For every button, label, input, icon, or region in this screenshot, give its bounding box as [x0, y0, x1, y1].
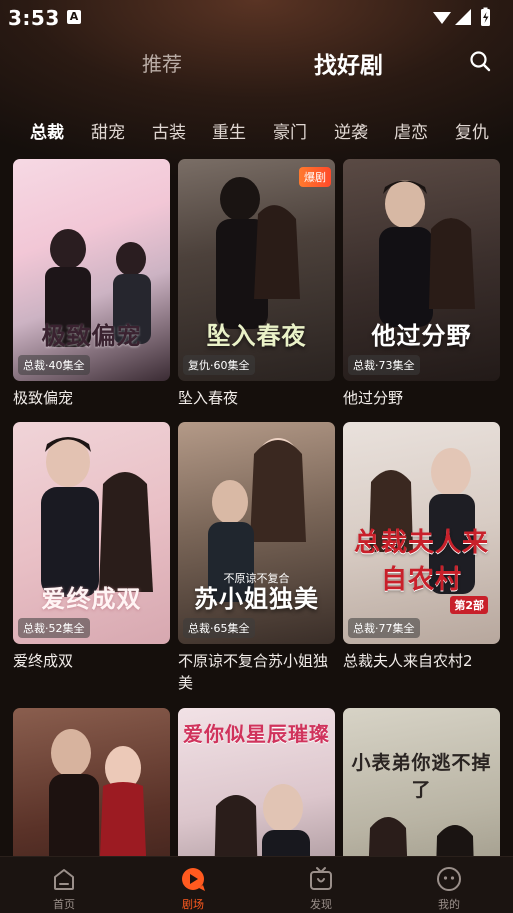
poster: 总裁夫人来自农村 第2部 总裁·77集全 [343, 422, 500, 644]
genre-rebirth[interactable]: 重生 [212, 118, 246, 143]
home-icon [54, 869, 74, 890]
episode-badge: 总裁·65集全 [183, 618, 255, 638]
nav-discover-label: 发现 [310, 898, 332, 911]
poster-title-art: 苏小姐独美 [194, 584, 319, 613]
signal-icon [455, 9, 471, 25]
poster: 爱你似星辰璀璨 [178, 708, 335, 859]
poster: 爱终成双 总裁·52集全 [13, 422, 170, 644]
hot-badge: 爆剧 [299, 167, 331, 187]
genre-costume[interactable]: 古装 [152, 118, 186, 143]
poster-title-art: 总裁夫人来自农村 [353, 528, 489, 595]
drama-title: 极致偏宠 [13, 389, 74, 407]
episode-badge: 总裁·40集全 [18, 355, 90, 375]
drama-card[interactable] [13, 708, 170, 859]
drama-card[interactable]: 爱你似星辰璀璨 [178, 708, 335, 859]
drama-title: 爱终成双 [13, 652, 74, 670]
poster: 小表弟你逃不掉了 [343, 708, 500, 859]
drama-title: 总裁夫人来自农村2 [343, 652, 473, 670]
drama-card[interactable]: 不原谅不复合 苏小姐独美 总裁·65集全 不原谅不复合苏小姐独美 [178, 422, 335, 694]
drama-title: 他过分野 [343, 389, 404, 407]
poster-part-label: 第2部 [450, 596, 488, 614]
nav-profile[interactable]: 我的 [417, 865, 481, 912]
poster-title-art: 他过分野 [371, 321, 472, 350]
nav-home-label: 首页 [53, 898, 75, 911]
notification-icon: A [67, 10, 81, 24]
tv-icon [310, 867, 332, 890]
wifi-icon [433, 12, 451, 24]
bottom-nav: 首页 剧场 发现 我的 [0, 856, 513, 913]
nav-profile-label: 我的 [438, 898, 460, 911]
drama-card[interactable]: 他过分野 总裁·73集全 他过分野 [343, 159, 500, 409]
drama-card[interactable]: 极致偏宠 总裁·40集全 极致偏宠 [13, 159, 170, 409]
status-time: 3:53 [8, 6, 60, 30]
poster-title-art: 坠入春夜 [206, 321, 307, 350]
nav-theater-label: 剧场 [182, 898, 204, 911]
genre-ceo[interactable]: 总裁 [30, 118, 64, 143]
poster: 坠入春夜 爆剧 复仇·60集全 [178, 159, 335, 381]
poster: 不原谅不复合 苏小姐独美 总裁·65集全 [178, 422, 335, 644]
drama-card[interactable]: 小表弟你逃不掉了 [343, 708, 500, 859]
poster: 他过分野 总裁·73集全 [343, 159, 500, 381]
drama-grid: 极致偏宠 总裁·40集全 极致偏宠 坠入春夜 爆剧 复仇·60集全 坠入春夜 他… [0, 159, 513, 859]
poster-title-art: 小表弟你逃不掉了 [351, 752, 492, 801]
poster: 极致偏宠 总裁·40集全 [13, 159, 170, 381]
tab-find-drama[interactable]: 找好剧 [314, 46, 383, 80]
status-bar: 3:53 A [0, 0, 513, 36]
theater-icon [182, 868, 205, 891]
genre-sweet[interactable]: 甜宠 [91, 118, 125, 143]
drama-card[interactable]: 坠入春夜 爆剧 复仇·60集全 坠入春夜 [178, 159, 335, 409]
nav-discover[interactable]: 发现 [289, 865, 353, 912]
genre-revenge[interactable]: 复仇 [455, 118, 489, 143]
drama-title: 不原谅不复合苏小姐独美 [178, 652, 329, 692]
nav-home[interactable]: 首页 [32, 865, 96, 912]
episode-badge: 总裁·73集全 [348, 355, 420, 375]
genre-heartbreak[interactable]: 虐恋 [394, 118, 428, 143]
poster [13, 708, 170, 859]
status-icons [433, 7, 490, 26]
genre-wealthy[interactable]: 豪门 [273, 118, 307, 143]
profile-icon [437, 867, 461, 891]
episode-badge: 复仇·60集全 [183, 355, 255, 375]
search-icon[interactable] [469, 50, 491, 72]
drama-title: 坠入春夜 [178, 389, 239, 407]
tab-recommend[interactable]: 推荐 [142, 48, 182, 77]
poster-title-art: 爱终成双 [41, 584, 142, 613]
genre-counterattack[interactable]: 逆袭 [334, 118, 368, 143]
poster-title-art: 极致偏宠 [41, 321, 142, 350]
episode-badge: 总裁·77集全 [348, 618, 420, 638]
nav-theater[interactable]: 剧场 [161, 865, 225, 912]
drama-card[interactable]: 爱终成双 总裁·52集全 爱终成双 [13, 422, 170, 672]
poster-title-art: 爱你似星辰璀璨 [183, 722, 330, 746]
drama-card[interactable]: 总裁夫人来自农村 第2部 总裁·77集全 总裁夫人来自农村2 [343, 422, 500, 672]
genre-filter-row: 总裁 甜宠 古装 重生 豪门 逆袭 虐恋 复仇 [0, 118, 513, 146]
top-nav: 推荐 找好剧 [0, 40, 513, 84]
episode-badge: 总裁·52集全 [18, 618, 90, 638]
